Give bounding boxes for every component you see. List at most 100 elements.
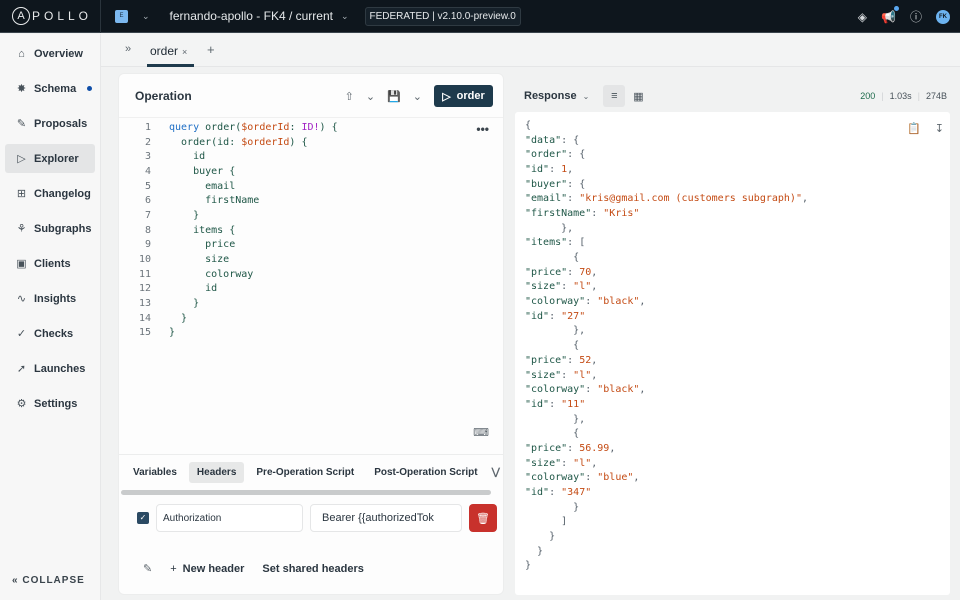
response-chevron-down-icon[interactable]: ⌄ <box>583 92 590 101</box>
json-line: "buyer": { <box>525 178 586 190</box>
code-line: 15} <box>119 326 503 341</box>
save-icon[interactable]: 💾 <box>387 90 401 103</box>
sidebar-item-explorer[interactable]: ▷ Explorer <box>5 144 95 173</box>
expand-panel-icon[interactable]: » <box>125 43 131 55</box>
line-number: 5 <box>144 180 151 192</box>
share-icon[interactable]: ⇧ <box>345 90 354 103</box>
tab-pre-operation-script[interactable]: Pre-Operation Script <box>248 462 362 483</box>
new-tab-button[interactable]: + <box>207 42 215 57</box>
horizontal-scrollbar[interactable] <box>121 490 491 495</box>
line-number: 1 <box>144 121 151 133</box>
json-line: ] <box>525 516 568 528</box>
edit-headers-icon[interactable]: ✎ <box>143 562 152 575</box>
code-text: buyer { <box>169 165 236 177</box>
tab-post-operation-script[interactable]: Post-Operation Script <box>366 462 485 483</box>
avatar[interactable]: FK <box>936 9 950 24</box>
more-tabs-chevron-icon[interactable]: ⋁ <box>492 467 500 478</box>
code-text: colorway <box>169 268 254 280</box>
line-number: 12 <box>138 283 151 295</box>
line-number: 8 <box>144 224 151 236</box>
json-line: "items": [ <box>525 237 586 249</box>
json-line: } <box>525 531 556 543</box>
json-line: { <box>525 252 580 264</box>
copy-icon[interactable]: 📋 <box>907 122 921 135</box>
response-panel: { "data": { "order": { "id": 1, "buyer":… <box>515 112 950 595</box>
operation-editor[interactable]: 1 query order($orderId: ID!) {2 order(id:… <box>119 120 503 340</box>
operation-title: Operation <box>135 88 192 103</box>
sidebar-item-launches[interactable]: ➚ Launches <box>5 354 95 383</box>
code-line: 9 price <box>119 238 503 253</box>
tab-headers[interactable]: Headers <box>188 462 245 483</box>
line-number: 10 <box>138 254 151 266</box>
header-row: ✓ Authorization Bearer {{authorizedTok 🗑 <box>137 504 497 532</box>
org-chevron-down-icon[interactable]: ⌄ <box>142 11 150 22</box>
code-line: 2 order(id: $orderId) { <box>119 135 503 150</box>
proposals-icon: ✎ <box>16 118 27 130</box>
sidebar-item-clients[interactable]: ▣ Clients <box>5 249 95 278</box>
sidebar-item-settings[interactable]: ⚙ Settings <box>5 389 95 418</box>
keyboard-shortcuts-icon[interactable]: ⌨ <box>473 426 489 439</box>
collapse-sidebar-button[interactable]: « COLLAPSE <box>12 575 85 586</box>
sidebar-item-schema[interactable]: ✸ Schema <box>5 74 95 103</box>
response-json: { "data": { "order": { "id": 1, "buyer":… <box>525 118 808 573</box>
sidebar-item-insights[interactable]: ∿ Insights <box>5 284 95 313</box>
overview-icon: ⌂ <box>18 47 25 60</box>
run-operation-button[interactable]: ▷ order <box>434 85 493 107</box>
code-line: 4 buyer { <box>119 164 503 179</box>
code-text: size <box>169 254 230 266</box>
json-line: "colorway": "black", <box>525 384 646 396</box>
federation-version-badge: FEDERATED | v2.10.0-preview.0 <box>364 6 521 26</box>
response-header: Response ⌄ ≡ ▦ 200 | 1.03s | 274B <box>515 84 955 108</box>
sidebar-item-label: Schema <box>34 82 77 95</box>
sidebar-item-changelog[interactable]: ⊞ Changelog <box>5 179 95 208</box>
json-line: }, <box>525 413 586 425</box>
collapse-label: COLLAPSE <box>22 575 85 586</box>
sidebar-item-proposals[interactable]: ✎ Proposals <box>5 109 95 138</box>
announcements-icon[interactable]: 📢 <box>881 5 899 24</box>
code-text: } <box>169 312 188 324</box>
delete-header-button[interactable]: 🗑 <box>469 504 497 532</box>
code-text: } <box>169 298 200 310</box>
apollo-logo[interactable]: A POLLO <box>0 0 101 33</box>
code-line: 5 email <box>119 179 503 194</box>
tab-variables[interactable]: Variables <box>125 462 185 483</box>
header-enabled-checkbox[interactable]: ✓ <box>137 512 149 524</box>
code-line: 11 colorway <box>119 267 503 282</box>
json-line: "colorway": "black", <box>525 296 646 308</box>
launches-icon: ➚ <box>16 363 27 375</box>
code-line: 3 id <box>119 149 503 164</box>
code-line: 12 id <box>119 282 503 297</box>
json-view-button[interactable]: ≡ <box>603 85 626 107</box>
json-line: } <box>525 560 532 572</box>
json-line: }, <box>525 325 586 337</box>
sidebar-item-overview[interactable]: ⌂ Overview <box>5 39 95 68</box>
close-tab-icon[interactable]: × <box>182 47 187 57</box>
more-options-icon[interactable]: ••• <box>476 122 489 136</box>
share-chevron-down-icon[interactable]: ⌄ <box>366 90 375 103</box>
play-icon: ▷ <box>442 90 451 103</box>
layers-icon[interactable]: ◈ <box>858 10 867 24</box>
response-selector[interactable]: Response <box>524 90 577 102</box>
help-icon[interactable]: ⓘ <box>910 8 922 25</box>
set-shared-headers-button[interactable]: Set shared headers <box>262 563 364 575</box>
table-view-button[interactable]: ▦ <box>633 90 643 103</box>
json-line: "price": 70, <box>525 266 598 278</box>
sidebar-item-subgraphs[interactable]: ⚘ Subgraphs <box>5 214 95 243</box>
json-line: { <box>525 119 532 131</box>
trash-icon: 🗑 <box>476 512 490 525</box>
header-key-input[interactable]: Authorization <box>156 504 303 532</box>
json-line: "email": "kris@gmail.com (customers subg… <box>525 193 808 205</box>
download-icon[interactable]: ↧ <box>935 122 944 135</box>
json-line: }, <box>525 222 574 234</box>
org-badge[interactable]: E <box>115 9 128 23</box>
divider: | <box>917 91 920 101</box>
graph-chevron-down-icon[interactable]: ⌄ <box>341 11 349 22</box>
tab-order[interactable]: order × <box>147 34 190 67</box>
header-value-input[interactable]: Bearer {{authorizedTok <box>310 504 462 532</box>
sidebar-item-checks[interactable]: ✓ Checks <box>5 319 95 348</box>
graph-variant-selector[interactable]: fernando-apollo - FK4 / current <box>170 9 333 23</box>
divider: | <box>881 91 884 101</box>
save-chevron-down-icon[interactable]: ⌄ <box>413 90 422 103</box>
new-header-button[interactable]: + New header <box>170 563 244 575</box>
line-number: 6 <box>144 195 151 207</box>
